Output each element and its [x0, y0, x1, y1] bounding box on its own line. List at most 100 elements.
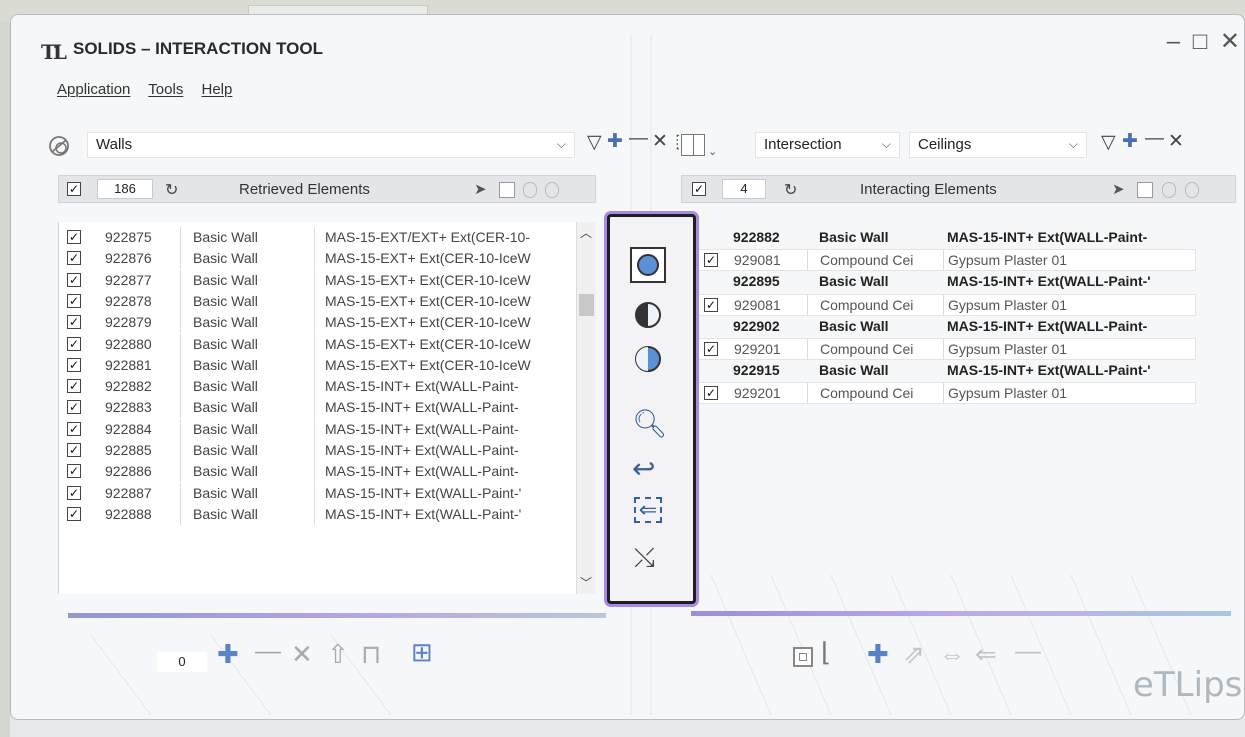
add-icon[interactable]: ✚ [217, 639, 239, 670]
remove-filter-icon[interactable]: — [1145, 128, 1164, 150]
split-view-dropdown-icon[interactable]: ⌄ [708, 145, 717, 158]
table-row[interactable]: ✓ 922879 Basic Wall MAS-15-EXT+ Ext(CER-10-… [59, 312, 596, 334]
category-select-right[interactable]: Ceilings ⌵ [909, 132, 1087, 158]
scroll-down-icon[interactable]: ﹀ [580, 574, 592, 591]
outline-view-icon[interactable] [1185, 182, 1199, 198]
menu-application[interactable]: Application [57, 81, 130, 98]
row-checkbox[interactable]: ✓ [67, 357, 81, 372]
row-checkbox[interactable]: ✓ [67, 251, 81, 266]
row-checkbox[interactable]: ✓ [67, 230, 81, 244]
child-row[interactable]: ✓ 929081 Compound Cei Gypsum Plaster 01 [691, 249, 1196, 272]
row-checkbox[interactable]: ✓ [67, 421, 81, 436]
table-row[interactable]: ✓ 922876 Basic Wall MAS-15-EXT+ Ext(CER-10-… [59, 248, 596, 270]
table-row[interactable]: ✓ 922886 Basic Wall MAS-15-INT+ Ext(WALL-Pa… [59, 461, 596, 483]
split-view-icon[interactable] [681, 134, 705, 156]
scroll-thumb[interactable] [579, 294, 594, 316]
grid-layout-icon[interactable]: ⊞ [411, 637, 433, 668]
solid-view-icon[interactable] [499, 182, 515, 198]
parent-row[interactable]: 922915 Basic Wall MAS-15-INT+ Ext(WALL-Pai… [691, 360, 1196, 382]
return-icon[interactable]: ↩ [632, 452, 655, 485]
select-all-checkbox[interactable]: ✓ [67, 182, 81, 196]
table-row[interactable]: ✓ 922878 Basic Wall MAS-15-EXT+ Ext(CER-10-… [59, 290, 596, 312]
table-row[interactable]: ✓ 922880 Basic Wall MAS-15-EXT+ Ext(CER-10-… [59, 333, 596, 355]
select-all-checkbox[interactable]: ✓ [692, 182, 706, 196]
menu-bar: Application Tools Help [57, 81, 246, 98]
child-row[interactable]: ✓ 929201 Compound Cei Gypsum Plaster 01 [691, 382, 1196, 405]
table-row[interactable]: ✓ 922877 Basic Wall MAS-15-EXT+ Ext(CER-10-… [59, 269, 596, 291]
table-row[interactable]: ✓ 922881 Basic Wall MAS-15-EXT+ Ext(CER-10-… [59, 354, 596, 376]
frame-icon[interactable] [793, 647, 813, 667]
select-pointer-icon[interactable]: ➤ [474, 180, 487, 198]
select-pointer-icon[interactable]: ➤ [1112, 180, 1125, 198]
add-arrow-icon[interactable]: ⇗ [903, 639, 925, 670]
child-row[interactable]: ✓ 929201 Compound Cei Gypsum Plaster 01 [691, 338, 1196, 360]
row-checkbox[interactable]: ✓ [67, 506, 81, 521]
row-checkbox[interactable]: ✓ [704, 342, 718, 356]
add-filter-icon[interactable]: ✚ [1122, 130, 1138, 153]
table-row[interactable]: ✓ 922875 Basic Wall MAS-15-EXT/EXT+ Ext(CER… [59, 227, 596, 248]
row-checkbox[interactable]: ✓ [704, 253, 718, 268]
brand-logo: eTLipse [1133, 665, 1244, 705]
angle-icon[interactable]: ⌊ [821, 637, 831, 668]
half-view-icon[interactable] [523, 182, 537, 198]
add-icon[interactable]: ✚ [867, 639, 889, 670]
close-button[interactable]: ✕ [1220, 27, 1240, 56]
clear-filter-icon[interactable]: ✕ [1168, 130, 1184, 153]
remove-filter-icon[interactable]: — [629, 128, 648, 150]
menu-help[interactable]: Help [202, 81, 233, 98]
menu-tools[interactable]: Tools [148, 81, 183, 98]
parent-row[interactable]: 922902 Basic Wall MAS-15-INT+ Ext(WALL-Pai… [691, 316, 1196, 338]
vertical-scrollbar[interactable]: ︿ ﹀ [576, 222, 596, 594]
row-checkbox[interactable]: ✓ [704, 297, 718, 312]
row-checkbox[interactable]: ✓ [67, 379, 81, 394]
maximize-button[interactable]: □ [1193, 28, 1208, 56]
filter-icon[interactable]: ▽ [587, 131, 602, 154]
half-left-solid-icon[interactable] [632, 299, 664, 331]
refresh-icon[interactable]: ↻ [165, 180, 178, 200]
back-arrow-icon[interactable]: ⇐ [975, 639, 997, 670]
cell-family: Basic Wall [189, 312, 315, 334]
minimize-button[interactable]: – [1167, 28, 1180, 56]
table-row[interactable]: ✓ 922885 Basic Wall MAS-15-INT+ Ext(WALL-Pa… [59, 440, 596, 461]
half-view-icon[interactable] [1162, 182, 1176, 198]
clear-filter-icon[interactable]: ✕ [652, 130, 668, 153]
refresh-icon[interactable]: ↻ [784, 180, 797, 200]
swap-arrow-icon[interactable]: ⇔ [939, 639, 965, 670]
outline-view-icon[interactable] [545, 182, 559, 198]
row-checkbox[interactable]: ✓ [67, 400, 81, 415]
table-row[interactable]: ✓ 922888 Basic Wall MAS-15-INT+ Ext(WALL-Pa… [59, 503, 596, 525]
child-row[interactable]: ✓ 929081 Compound Cei Gypsum Plaster 01 [691, 293, 1196, 316]
lock-icon[interactable]: ⊓ [361, 639, 381, 670]
remove-icon[interactable]: — [255, 635, 281, 666]
row-checkbox[interactable]: ✓ [67, 315, 81, 330]
row-checkbox[interactable]: ✓ [67, 464, 81, 479]
no-filter-icon[interactable] [48, 135, 70, 157]
table-row[interactable]: ✓ 922887 Basic Wall MAS-15-INT+ Ext(WALL-Pa… [59, 482, 596, 504]
row-checkbox[interactable]: ✓ [704, 386, 718, 401]
cell-type: MAS-15-INT+ Ext(WALL-Paint-' [947, 362, 1151, 379]
row-checkbox[interactable]: ✓ [67, 485, 81, 500]
clear-selection-icon[interactable]: ⤯ [634, 542, 655, 574]
row-checkbox[interactable]: ✓ [67, 336, 81, 351]
add-filter-icon[interactable]: ✚ [607, 130, 623, 153]
solid-view-icon[interactable] [1137, 182, 1153, 198]
delete-icon[interactable]: ✕ [291, 639, 313, 670]
parent-row[interactable]: 922882 Basic Wall MAS-15-INT+ Ext(WALL-Pai… [691, 227, 1196, 249]
zoom-icon[interactable]: 🔍︎ [632, 407, 668, 440]
full-solid-icon[interactable] [630, 247, 666, 283]
table-row[interactable]: ✓ 922884 Basic Wall MAS-15-INT+ Ext(WALL-Pa… [59, 418, 596, 440]
filter-icon[interactable]: ▽ [1101, 131, 1116, 154]
focus-selection-icon[interactable]: ⇐ [634, 497, 662, 523]
half-right-solid-icon[interactable] [632, 343, 664, 375]
parent-row[interactable]: 922895 Basic Wall MAS-15-INT+ Ext(WALL-Pai… [691, 271, 1196, 293]
row-checkbox[interactable]: ✓ [67, 293, 81, 308]
row-checkbox[interactable]: ✓ [67, 443, 81, 457]
mode-select[interactable]: Intersection ⌵ [755, 132, 900, 158]
move-up-icon[interactable]: ⇧ [327, 639, 349, 670]
scroll-up-icon[interactable]: ︿ [580, 224, 592, 241]
table-row[interactable]: ✓ 922883 Basic Wall MAS-15-INT+ Ext(WALL-Pa… [59, 397, 596, 419]
remove-icon[interactable]: — [1015, 635, 1041, 666]
row-checkbox[interactable]: ✓ [67, 272, 81, 287]
category-select-left[interactable]: Walls ⌵ [87, 132, 575, 158]
table-row[interactable]: ✓ 922882 Basic Wall MAS-15-INT+ Ext(WALL-Pa… [59, 376, 596, 398]
